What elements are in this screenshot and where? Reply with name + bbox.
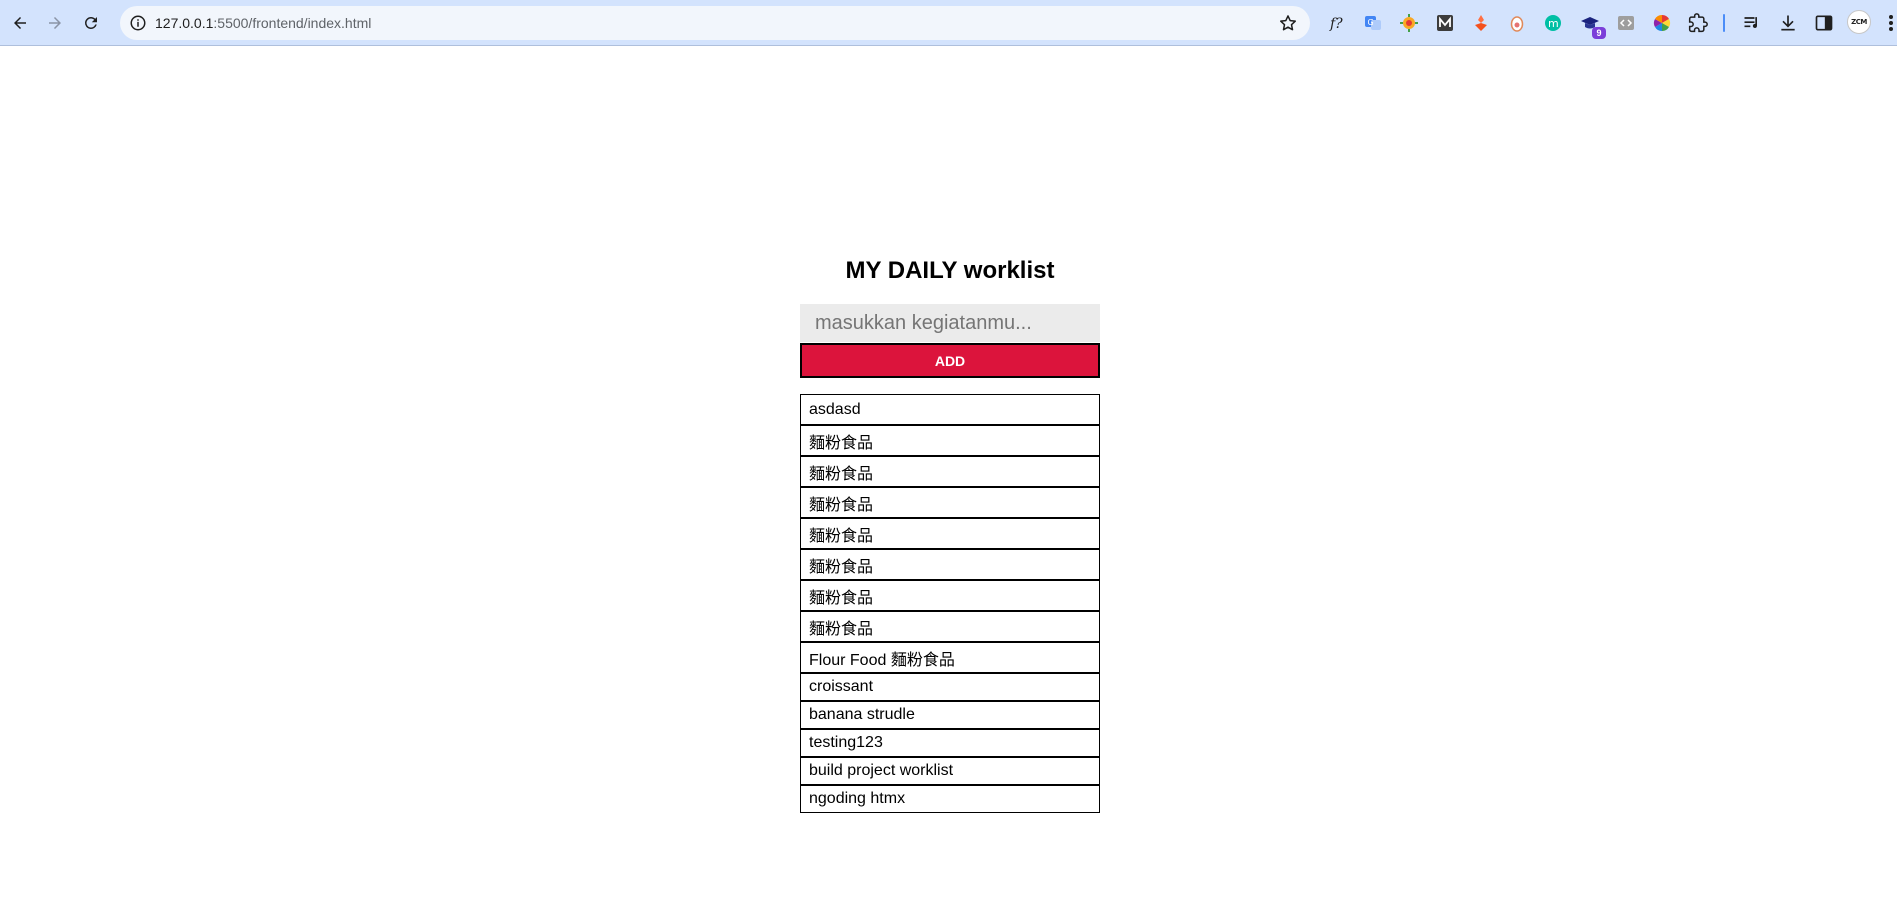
translate-extension-icon[interactable]: G [1363, 13, 1383, 33]
task-list: asdasd 麵粉食品 麵粉食品 麵粉食品 麵粉食品 麵粉食品 麵粉食品 麵粉食… [800, 394, 1100, 813]
toolbar-separator [1723, 14, 1725, 32]
site-info-icon[interactable] [129, 14, 147, 32]
svg-text:m: m [1548, 17, 1559, 30]
bookmark-star-icon[interactable] [1278, 13, 1298, 33]
code-extension-icon[interactable] [1616, 13, 1636, 33]
menu-dots-icon[interactable] [1886, 13, 1896, 33]
arrow-right-icon [49, 17, 61, 29]
color-wheel-extension-icon[interactable] [1652, 13, 1672, 33]
reload-icon [84, 16, 97, 29]
task-item[interactable]: 麵粉食品 [800, 425, 1100, 456]
task-input[interactable] [800, 304, 1100, 342]
page-title: MY DAILY worklist [845, 257, 1055, 284]
url-path: :5500/frontend/index.html [213, 15, 372, 31]
task-item[interactable]: Flour Food 麵粉食品 [800, 642, 1100, 673]
task-item[interactable]: 麵粉食品 [800, 456, 1100, 487]
reload-button[interactable] [77, 9, 105, 37]
forward-button[interactable] [41, 9, 69, 37]
task-item[interactable]: 麵粉食品 [800, 549, 1100, 580]
back-button[interactable] [6, 9, 34, 37]
task-item[interactable]: banana strudle [800, 701, 1100, 729]
url-text[interactable]: 127.0.0.1:5500/frontend/index.html [155, 15, 371, 31]
svg-text:f?: f? [1329, 16, 1343, 32]
task-item[interactable]: build project worklist [800, 757, 1100, 785]
address-bar[interactable]: 127.0.0.1:5500/frontend/index.html [120, 6, 1310, 40]
url-host: 127.0.0.1 [155, 15, 214, 31]
task-item[interactable]: 麵粉食品 [800, 611, 1100, 642]
m-extension-icon[interactable]: m [1543, 13, 1563, 33]
task-item[interactable]: 麵粉食品 [800, 487, 1100, 518]
task-item[interactable]: asdasd [800, 394, 1100, 425]
task-item[interactable]: ngoding htmx [800, 785, 1100, 813]
graduation-extension-icon[interactable]: 9 [1580, 13, 1606, 39]
medium-extension-icon[interactable] [1435, 13, 1455, 33]
egg-extension-icon[interactable] [1507, 13, 1527, 33]
download-icon[interactable] [1778, 13, 1798, 33]
task-item[interactable]: 麵粉食品 [800, 518, 1100, 549]
task-item[interactable]: croissant [800, 673, 1100, 701]
side-panel-icon[interactable] [1814, 13, 1834, 33]
profile-avatar[interactable]: ZCM [1847, 10, 1871, 34]
task-item[interactable]: 麵粉食品 [800, 580, 1100, 611]
formula-extension-icon[interactable]: f? [1328, 13, 1348, 33]
extension-badge: 9 [1592, 27, 1606, 39]
browser-toolbar: 127.0.0.1:5500/frontend/index.html f? G … [0, 0, 1897, 46]
sun-extension-icon[interactable] [1399, 13, 1419, 33]
task-item[interactable]: testing123 [800, 729, 1100, 757]
media-queue-icon[interactable] [1742, 13, 1762, 33]
svg-text:G: G [1368, 18, 1374, 27]
add-button[interactable]: ADD [800, 343, 1100, 378]
fox-extension-icon[interactable] [1471, 13, 1491, 33]
arrow-left-icon [14, 17, 26, 29]
puzzle-extensions-icon[interactable] [1688, 13, 1708, 33]
